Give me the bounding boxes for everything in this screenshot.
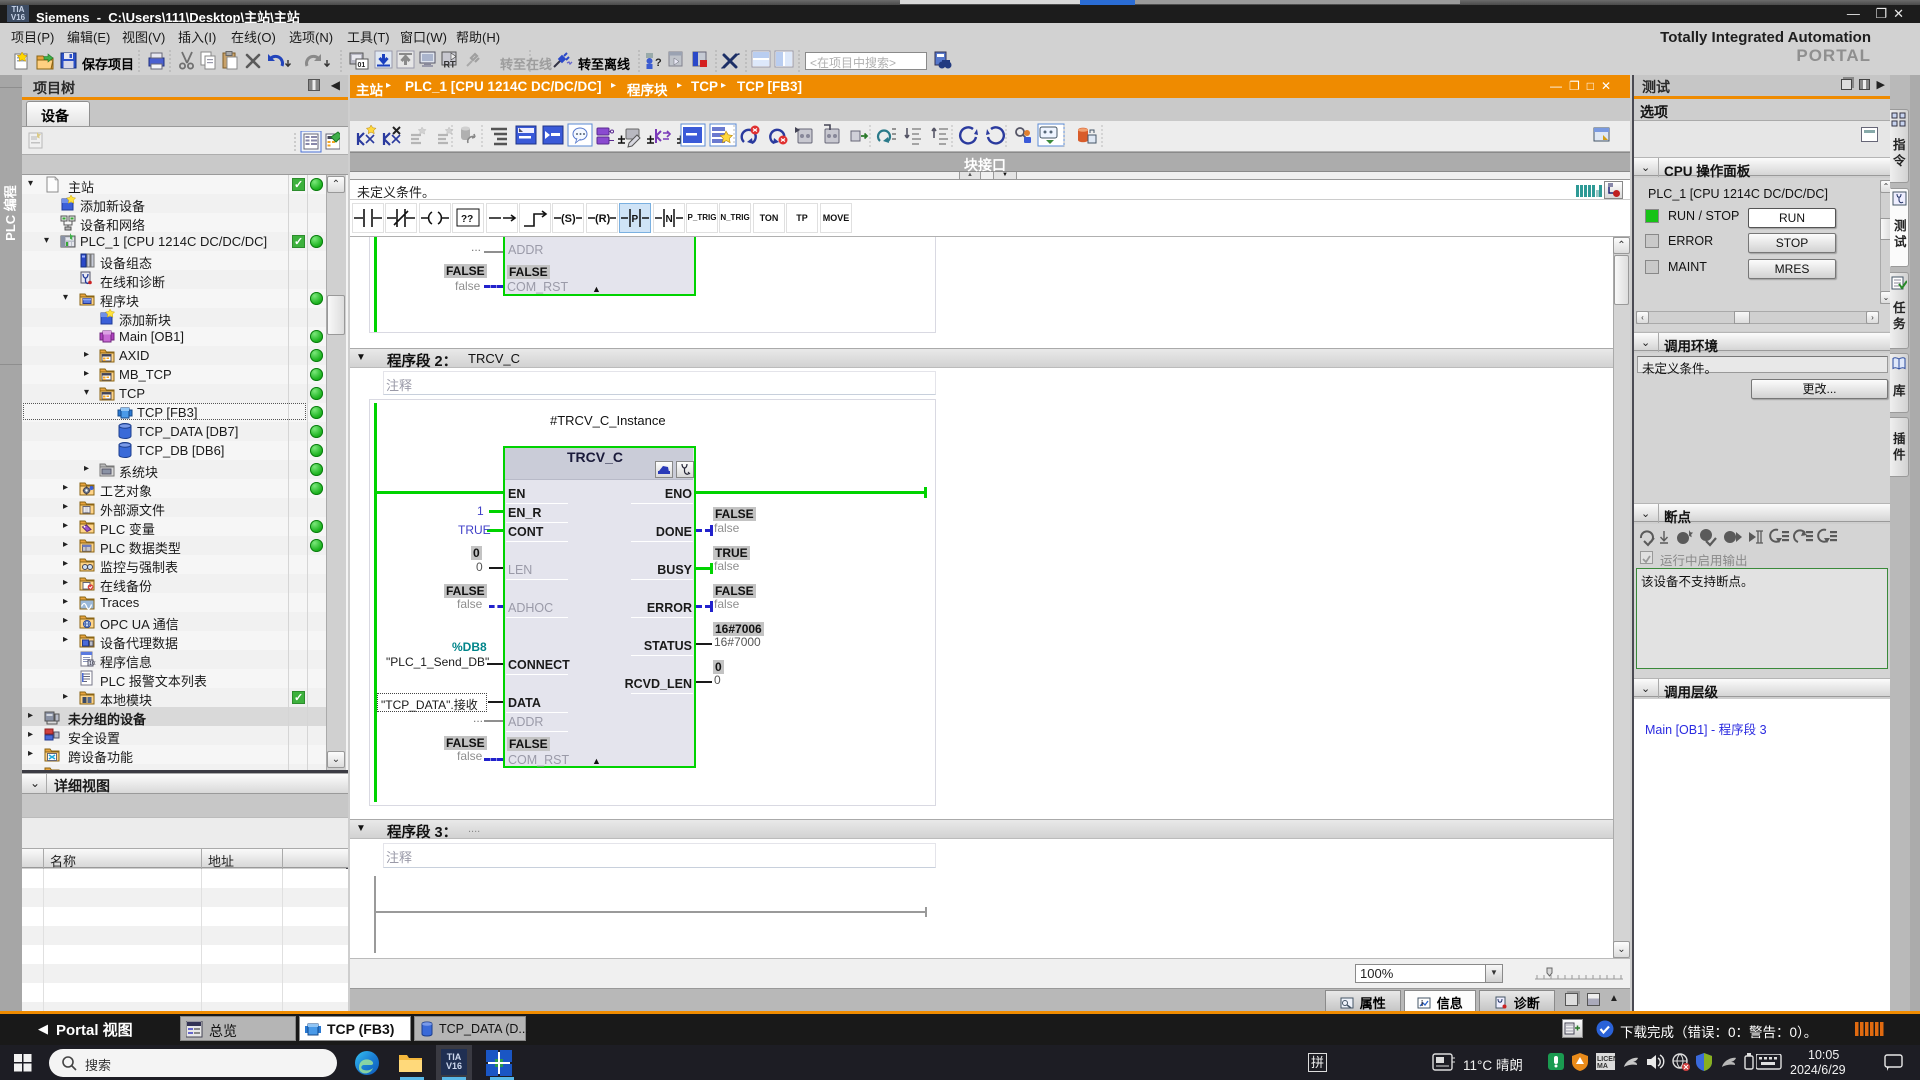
svg-text:(S): (S)	[561, 213, 576, 225]
svg-text:i: i	[1421, 999, 1423, 1008]
svg-text:RT: RT	[444, 60, 456, 70]
svg-text:01: 01	[358, 62, 366, 69]
svg-text:??: ??	[461, 214, 473, 225]
svg-text:?: ?	[655, 57, 662, 69]
svg-text:(R): (R)	[595, 213, 611, 225]
svg-text:MA: MA	[1597, 1063, 1608, 1070]
svg-text:P: P	[632, 214, 639, 225]
svg-text:N: N	[666, 214, 673, 225]
svg-text:LICEN: LICEN	[1597, 1056, 1616, 1063]
